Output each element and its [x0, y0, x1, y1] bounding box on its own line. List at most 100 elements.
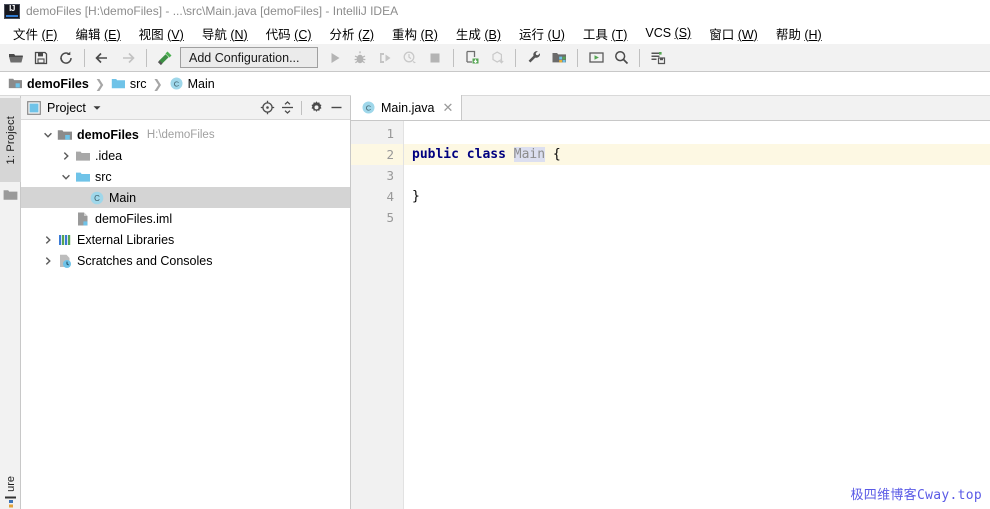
editor-tab-bar: C Main.java ✕	[351, 95, 990, 121]
source-folder-icon	[111, 79, 125, 89]
breadcrumb-separator: ❯	[152, 76, 163, 91]
source-folder-icon	[75, 169, 91, 185]
menu-item-vcs[interactable]: VCS (S)	[636, 24, 700, 42]
hide-panel-icon[interactable]	[326, 98, 346, 118]
menu-item-navigate[interactable]: 导航 (N)	[193, 22, 257, 45]
collapse-all-icon[interactable]	[277, 98, 297, 118]
menu-accelerator: (F)	[41, 27, 58, 42]
save-icon[interactable]	[29, 46, 53, 70]
project-folder-icon[interactable]	[3, 188, 18, 202]
tree-row[interactable]: src	[21, 166, 350, 187]
open-folder-icon[interactable]	[4, 46, 28, 70]
menu-accelerator: (T)	[611, 27, 628, 42]
breadcrumb-item-main[interactable]: C Main	[167, 76, 217, 91]
scroll-from-source-icon[interactable]	[257, 98, 277, 118]
line-number: 4	[386, 189, 394, 204]
tree-row[interactable]: .idea	[21, 145, 350, 166]
menu-item-file[interactable]: 文件 (F)	[4, 22, 66, 45]
tree-row[interactable]: C Main	[21, 187, 350, 208]
menu-item-code[interactable]: 代码 (C)	[257, 22, 321, 45]
chevron-down-icon[interactable]	[57, 166, 75, 187]
line-number: 3	[386, 168, 394, 183]
vcs-commit-icon[interactable]	[646, 46, 670, 70]
intellij-idea-logo-icon	[4, 3, 20, 19]
search-everywhere-icon[interactable]	[609, 46, 633, 70]
project-panel-title: Project	[47, 100, 86, 115]
run-anything-icon[interactable]	[584, 46, 608, 70]
tree-label: demoFiles	[77, 127, 139, 142]
menu-item-tools[interactable]: 工具 (T)	[574, 22, 636, 45]
hammer-build-icon[interactable]	[153, 46, 177, 70]
code-editor[interactable]: 1 2 3 4 5 public class Main { } 极四维博客Cwa…	[351, 121, 990, 509]
menu-label: 运行	[519, 27, 545, 42]
module-icon	[57, 127, 73, 143]
breadcrumb-label: src	[129, 76, 147, 91]
menu-label: 工具	[582, 27, 608, 42]
menu-label: 代码	[265, 27, 291, 42]
editor-tab-label: Main.java	[381, 100, 435, 115]
chevron-down-icon[interactable]	[92, 103, 102, 113]
menu-item-refactor[interactable]: 重构 (R)	[383, 22, 447, 45]
menu-label: 生成	[455, 27, 481, 42]
tree-row[interactable]: demoFiles.iml	[21, 208, 350, 229]
gear-icon[interactable]	[306, 98, 326, 118]
menu-label: 分析	[329, 27, 355, 42]
toolbar-separator	[639, 48, 640, 67]
breadcrumb-item-src[interactable]: src	[109, 76, 149, 91]
menu-accelerator: (R)	[420, 27, 438, 42]
editor-code-content[interactable]: public class Main { }	[404, 121, 990, 509]
chevron-right-icon[interactable]	[39, 229, 57, 250]
chevron-right-icon[interactable]	[39, 250, 57, 271]
left-tool-window-bar: 1: Project ure	[0, 96, 21, 509]
close-icon[interactable]: ✕	[440, 101, 454, 114]
tool-window-tab-structure[interactable]: ure	[0, 463, 21, 509]
editor-tab-main-java[interactable]: C Main.java ✕	[351, 95, 463, 120]
breadcrumb-item-demofiles[interactable]: demoFiles	[6, 76, 91, 91]
tree-row[interactable]: demoFiles H:\demoFiles	[21, 124, 350, 145]
menu-accelerator: (H)	[804, 27, 822, 42]
tree-row[interactable]: External Libraries	[21, 229, 350, 250]
toolbar-separator	[453, 48, 454, 67]
menu-accelerator: (Z)	[358, 27, 374, 42]
tree-label: src	[95, 169, 112, 184]
menu-label: 重构	[392, 27, 418, 42]
code-token-keyword: class	[466, 147, 506, 162]
menu-item-help[interactable]: 帮助 (H)	[767, 22, 831, 45]
editor-gutter[interactable]: 1 2 3 4 5	[351, 121, 404, 509]
java-class-icon: C	[170, 77, 183, 90]
tree-label: demoFiles.iml	[95, 211, 173, 226]
chevron-down-icon[interactable]	[39, 124, 57, 145]
menu-accelerator: (E)	[103, 27, 121, 42]
svg-text:C: C	[366, 103, 372, 112]
menu-item-window[interactable]: 窗口 (W)	[700, 22, 767, 45]
toolbar-separator	[84, 48, 85, 67]
window-title: demoFiles [H:\demoFiles] - ...\src\Main.…	[26, 4, 399, 18]
menu-item-view[interactable]: 视图 (V)	[130, 22, 193, 45]
breadcrumb: demoFiles ❯ src ❯ C Main	[0, 72, 990, 96]
menu-item-analyze[interactable]: 分析 (Z)	[321, 22, 383, 45]
project-view-selector[interactable]: Project	[27, 101, 102, 115]
vcs-update-icon[interactable]	[460, 46, 484, 70]
tree-row[interactable]: Scratches and Consoles	[21, 250, 350, 271]
tool-window-tab-project[interactable]: 1: Project	[0, 98, 21, 182]
profile-icon	[398, 46, 422, 70]
wrench-settings-icon[interactable]	[522, 46, 546, 70]
menu-accelerator: (V)	[167, 27, 184, 42]
sync-icon[interactable]	[54, 46, 78, 70]
intellij-window: demoFiles [H:\demoFiles] - ...\src\Main.…	[0, 0, 990, 509]
menu-item-edit[interactable]: 编辑 (E)	[66, 22, 129, 45]
line-number: 5	[386, 210, 394, 225]
project-structure-icon[interactable]	[547, 46, 571, 70]
svg-text:C: C	[173, 79, 179, 88]
menu-accelerator: (U)	[547, 27, 565, 42]
menu-item-run[interactable]: 运行 (U)	[510, 22, 574, 45]
run-with-coverage-icon	[373, 46, 397, 70]
menu-item-build[interactable]: 生成 (B)	[447, 22, 510, 45]
run-configuration-selector[interactable]: Add Configuration...	[180, 47, 318, 68]
breadcrumb-label: demoFiles	[27, 76, 89, 91]
arrow-left-icon[interactable]	[91, 46, 115, 70]
code-line: }	[404, 186, 990, 207]
chevron-right-icon[interactable]	[57, 145, 75, 166]
